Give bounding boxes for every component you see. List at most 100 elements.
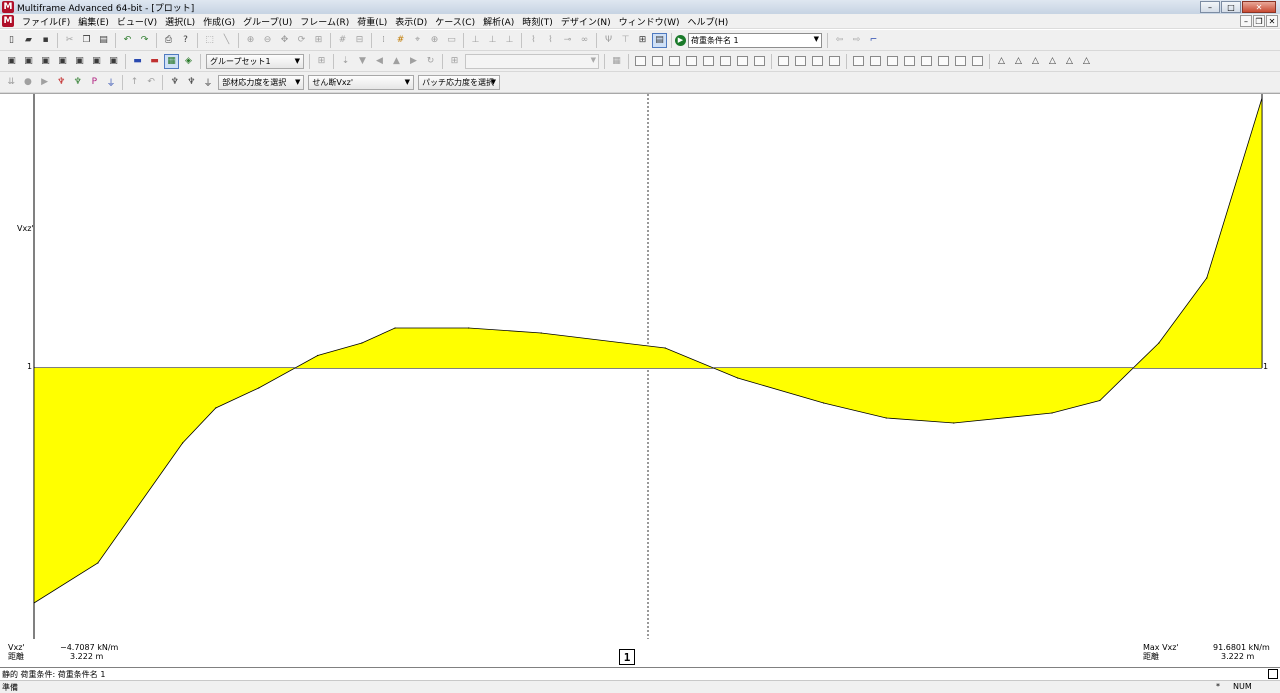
warning-node-icon[interactable]: △ (1028, 54, 1043, 69)
load-up-icon[interactable]: ▲ (389, 54, 404, 69)
arrow-up-icon[interactable]: ↑ (127, 75, 142, 90)
arrow-right-icon[interactable]: ▶ (37, 75, 52, 90)
load-point-icon[interactable]: ⇣ (338, 54, 353, 69)
render-icon[interactable]: ◈ (181, 54, 196, 69)
patch-stress-select[interactable]: パッチ応力度を選択 ▼ (418, 74, 501, 90)
load-right-icon[interactable]: ▶ (406, 54, 421, 69)
spring-rot-icon[interactable]: ⌇ (543, 33, 558, 48)
view-bottom-icon[interactable] (718, 54, 733, 69)
menu-help[interactable]: ヘルプ(H) (684, 15, 733, 28)
shear-select[interactable]: せん断Vxz' ▼ (308, 74, 415, 90)
table-icon[interactable]: ⊞ (447, 54, 462, 69)
warning-load-icon[interactable]: △ (1062, 54, 1077, 69)
plot-view-icon[interactable]: ▤ (652, 32, 667, 48)
color-view-icon[interactable]: ▦ (164, 53, 179, 69)
load-view-icon[interactable]: ▣ (38, 54, 53, 69)
moment-diagram-icon[interactable]: ♆ (54, 75, 69, 90)
warning-plate-icon[interactable]: △ (1045, 54, 1060, 69)
warning-section-icon[interactable]: △ (1079, 54, 1094, 69)
display-member-icon[interactable] (793, 54, 808, 69)
display-mass-icon[interactable] (970, 54, 985, 69)
load-case-select[interactable]: 荷重条件名 1 ▼ (688, 32, 822, 48)
snap-grid-icon[interactable]: # (393, 33, 408, 48)
mesh-icon[interactable]: ▦ (609, 54, 624, 69)
load-case-go-icon[interactable]: ▶ (675, 34, 686, 46)
zoom-fit-icon[interactable]: ⊞ (311, 33, 326, 48)
link-icon[interactable]: ∞ (577, 33, 592, 48)
plot-area[interactable]: Vxz' 1 1 Vxz' −4.7087 kN/m 距離 3.222 m Ma… (0, 93, 1280, 668)
stress-scale-icon[interactable]: ⏚ (201, 75, 216, 90)
display-node-icon[interactable] (776, 54, 791, 69)
load-left-icon[interactable]: ◀ (372, 54, 387, 69)
pan-icon[interactable]: ✥ (277, 33, 292, 48)
warning-icon[interactable]: △ (994, 54, 1009, 69)
spring-icon[interactable]: ⌇ (526, 33, 541, 48)
support-icon[interactable]: Ψ (601, 33, 616, 48)
deflection-view-icon[interactable]: ▣ (21, 54, 36, 69)
view-top-icon[interactable] (650, 54, 665, 69)
display-plate-icon[interactable] (810, 54, 825, 69)
doc-restore-icon[interactable]: ❐ (1253, 15, 1265, 27)
snap-point-icon[interactable]: ⊕ (427, 33, 442, 48)
restraint-fixed-icon[interactable]: ⊥ (502, 33, 517, 48)
maximize-icon[interactable]: □ (1221, 1, 1241, 13)
menu-design[interactable]: デザイン(N) (557, 15, 615, 28)
group-set-select[interactable]: グループセット1 ▼ (206, 53, 304, 69)
grid-icon[interactable]: # (335, 33, 350, 48)
shear-diagram-icon[interactable]: ♆ (70, 75, 85, 90)
rotate-icon[interactable]: ⟳ (294, 33, 309, 48)
paste-icon[interactable]: ▤ (96, 33, 111, 48)
zoom-in-icon[interactable]: ⊕ (243, 33, 258, 48)
display-section-icon[interactable] (851, 54, 866, 69)
support-settings-icon[interactable]: ⊤ (618, 33, 633, 48)
member-stress-select[interactable]: 部材応力度を選択 ▼ (218, 74, 305, 90)
view-side-icon[interactable] (684, 54, 699, 69)
zoom-out-icon[interactable]: ⊖ (260, 33, 275, 48)
warning-member-icon[interactable]: △ (1011, 54, 1026, 69)
reaction-view-icon[interactable]: ▣ (55, 54, 70, 69)
torsion-diagram-icon[interactable]: ⏚ (104, 75, 119, 90)
case-link-icon[interactable]: ⌐ (866, 33, 881, 48)
view-persp-icon[interactable] (752, 54, 767, 69)
display-load-icon[interactable] (885, 54, 900, 69)
select-box-icon[interactable]: ⬚ (202, 33, 217, 48)
restraint-icon[interactable]: ⊥ (468, 33, 483, 48)
menu-view[interactable]: ビュー(V) (113, 15, 161, 28)
menu-select[interactable]: 選択(L) (161, 15, 199, 28)
display-axes-icon[interactable] (868, 54, 883, 69)
group-icon[interactable]: ⊞ (314, 54, 329, 69)
grid-settings-icon[interactable]: ⊟ (352, 33, 367, 48)
new-file-icon[interactable]: ▯ (4, 33, 19, 48)
view-iso-icon[interactable] (735, 54, 750, 69)
doc-minimize-icon[interactable]: – (1240, 15, 1252, 27)
menu-create[interactable]: 作成(G) (199, 15, 239, 28)
stress-icon[interactable]: ♆ (167, 75, 182, 90)
load-dist-icon[interactable]: ▼ (355, 54, 370, 69)
close-icon[interactable]: ✕ (1242, 1, 1276, 13)
previous-case-icon[interactable]: ⇦ (832, 33, 847, 48)
load-moment-icon[interactable]: ↻ (423, 54, 438, 69)
menu-group[interactable]: グループ(U) (239, 15, 296, 28)
display-release-icon[interactable] (919, 54, 934, 69)
menu-edit[interactable]: 編集(E) (74, 15, 113, 28)
save-icon[interactable]: ▪ (38, 33, 53, 48)
open-folder-icon[interactable]: ▰ (21, 33, 36, 48)
axial-diagram-icon[interactable]: P (87, 75, 102, 90)
redo-icon[interactable]: ↷ (137, 33, 152, 48)
table-view-icon[interactable]: ⊞ (635, 33, 650, 48)
view-front-icon[interactable] (667, 54, 682, 69)
help-pointer-icon[interactable]: ? (178, 33, 193, 48)
view-3d-icon[interactable] (633, 54, 648, 69)
display-spring-icon[interactable] (953, 54, 968, 69)
material-icon[interactable]: ▬ (147, 54, 162, 69)
curve-back-icon[interactable]: ↶ (144, 75, 159, 90)
frame-view-icon[interactable]: ▣ (4, 54, 19, 69)
doc-close-icon[interactable]: ✕ (1266, 15, 1278, 27)
print-icon[interactable]: ⎙ (161, 33, 176, 48)
restraint-pin-icon[interactable]: ⊥ (485, 33, 500, 48)
section-icon[interactable]: ▬ (130, 54, 145, 69)
menu-window[interactable]: ウィンドウ(W) (615, 15, 684, 28)
snap-member-icon[interactable]: ▭ (444, 33, 459, 48)
view-back-icon[interactable] (701, 54, 716, 69)
menu-case[interactable]: ケース(C) (431, 15, 479, 28)
